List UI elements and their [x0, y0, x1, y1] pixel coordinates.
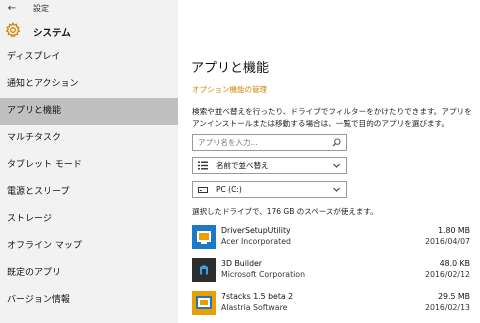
app-date: 2016/02/12 [425, 270, 470, 279]
app-publisher: Acer Incorporated [221, 237, 291, 246]
app-date: 2016/02/13 [425, 303, 470, 312]
sort-dropdown[interactable]: 名前で並べ替え [192, 157, 347, 174]
app-name: 7stacks 1.5 beta 2 [221, 292, 294, 301]
app-publisher: Alastria Software [221, 303, 288, 312]
sidebar-item-storage[interactable]: ストレージ [0, 206, 178, 233]
sidebar-item-display[interactable]: ディスプレイ [0, 44, 178, 71]
app-size: 48.0 KB [439, 259, 470, 268]
app-list-item[interactable]: 7stacks 1.5 beta 2 Alastria Software 29.… [192, 290, 472, 318]
window-title: 設定 [33, 4, 49, 13]
title-bar: ← 設定 [0, 0, 178, 18]
3d-builder-icon [192, 258, 216, 282]
app-size: 1.80 MB [438, 226, 470, 235]
drive-icon [198, 187, 208, 193]
sidebar-item-about[interactable]: バージョン情報 [0, 287, 178, 314]
app-size: 29.5 MB [438, 292, 470, 301]
drive-value: PC (C:) [216, 185, 242, 194]
gear-icon [5, 22, 21, 38]
sidebar-item-multitasking[interactable]: マルチタスク [0, 125, 178, 152]
sidebar-item-default-apps[interactable]: 既定のアプリ [0, 260, 178, 287]
sidebar-item-offline-maps[interactable]: オフライン マップ [0, 233, 178, 260]
app-publisher: Microsoft Corporation [221, 270, 306, 279]
description-text: 検索や並べ替えを行ったり、ドライブでフィルターをかけたりできます。アプリをアンイ… [192, 107, 472, 128]
storage-space-info: 選択したドライブで、176 GB のスペースが使えます。 [192, 207, 378, 216]
sidebar-item-tablet-mode[interactable]: タブレット モード [0, 152, 178, 179]
sidebar: ← 設定 システム ディスプレイ 通知とアクション アプリと機能 マルチタスク … [0, 0, 178, 323]
sort-value: 名前で並べ替え [216, 161, 269, 170]
drive-dropdown[interactable]: PC (C:) [192, 181, 347, 198]
app-list-item[interactable]: 3D Builder Microsoft Corporation 48.0 KB… [192, 257, 472, 285]
main-content: アプリと機能 オプション機能の管理 検索や並べ替えを行ったり、ドライブでフィルタ… [178, 0, 480, 323]
search-icon [332, 138, 341, 147]
chevron-down-icon [333, 163, 340, 168]
page-title: アプリと機能 [191, 61, 270, 76]
chevron-down-icon [333, 187, 340, 192]
app-list-item[interactable]: DriverSetupUtility Acer Incorporated 1.8… [192, 224, 472, 252]
sidebar-item-notifications[interactable]: 通知とアクション [0, 71, 178, 98]
app-name: 3D Builder [221, 259, 263, 268]
sidebar-item-apps-features[interactable]: アプリと機能 [0, 98, 178, 125]
app-name: システム [33, 28, 71, 39]
sort-list-icon [198, 161, 208, 170]
search-placeholder: アプリ名を入力... [198, 138, 258, 147]
app-name: DriverSetupUtility [221, 226, 291, 235]
search-input[interactable]: アプリ名を入力... [192, 134, 347, 151]
sidebar-item-power-sleep[interactable]: 電源とスリープ [0, 179, 178, 206]
back-button[interactable]: ← [5, 2, 19, 16]
7stacks-icon [192, 291, 216, 315]
app-header: システム [0, 20, 178, 42]
driver-setup-icon [192, 225, 216, 249]
app-date: 2016/04/07 [425, 237, 470, 246]
manage-optional-features-link[interactable]: オプション機能の管理 [192, 84, 267, 95]
